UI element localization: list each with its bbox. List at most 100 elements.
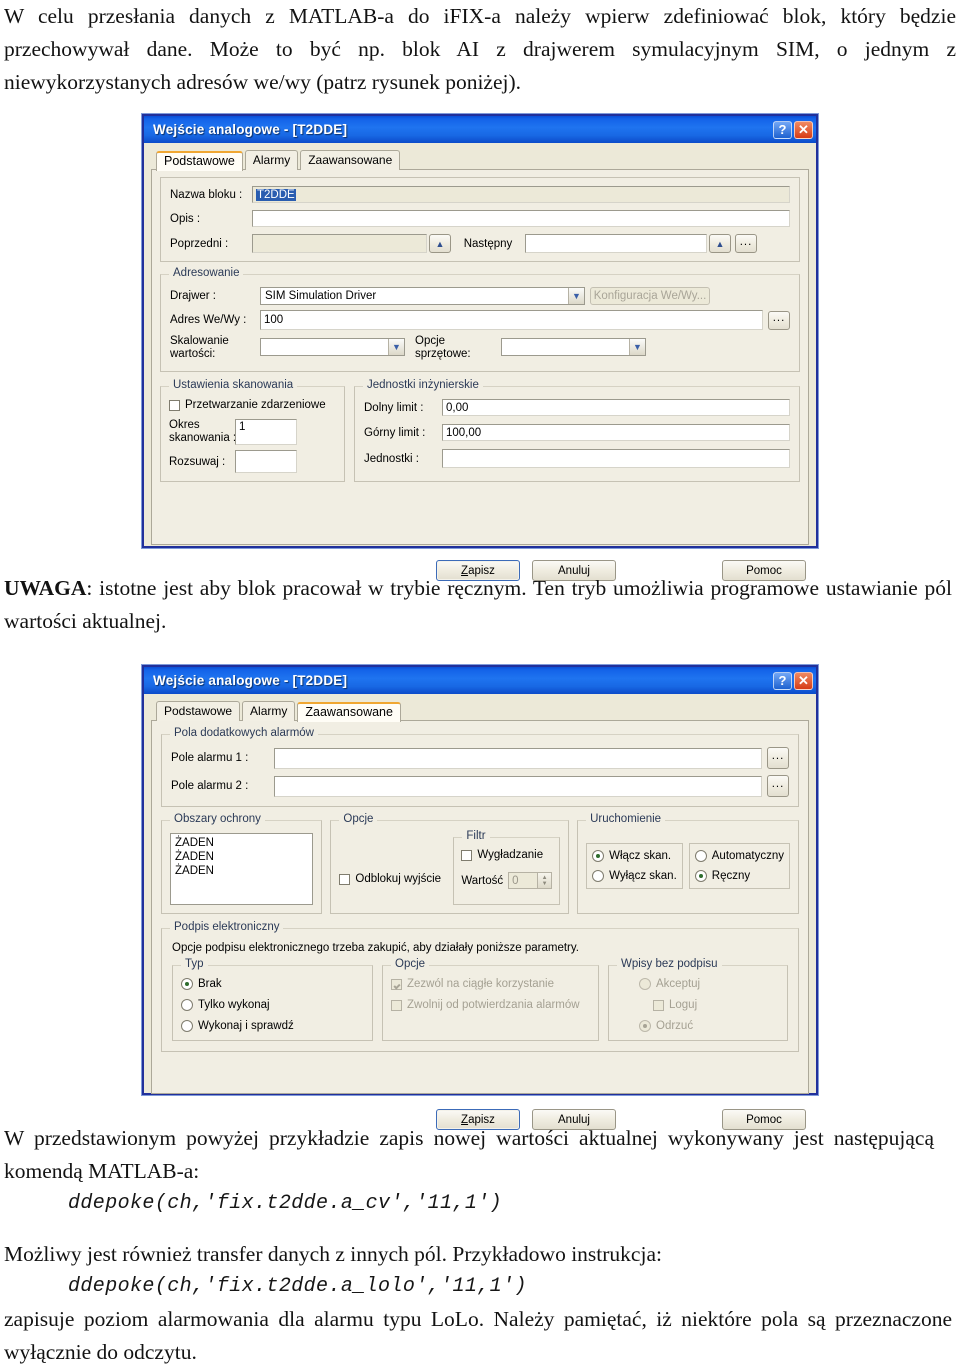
input-opis[interactable] [252,210,790,227]
tab-alarmy[interactable]: Alarmy [242,701,296,721]
input-adres-wewy[interactable]: 100 [260,310,763,330]
dialog-analog-input-basic[interactable]: Wejście analogowe - [T2DDE] ? ✕ Podstawo… [142,114,818,581]
input-gorny-limit[interactable]: 100,00 [442,424,790,441]
radio-icon[interactable] [592,850,605,862]
input-okres-skanowania[interactable]: 1 [235,419,297,445]
tab-podstawowe[interactable]: Podstawowe [156,151,243,171]
window-title: Wejście analogowe - [T2DDE] [153,673,348,688]
chevron-down-icon[interactable]: ▼ [388,339,404,355]
titlebar[interactable]: Wejście analogowe - [T2DDE] ? ✕ [144,114,816,143]
checkbox-przetwarzanie-zdarzeniowe[interactable]: Przetwarzanie zdarzeniowe [169,399,336,411]
group-label-ustawienia-skanowania: Ustawienia skanowania [169,379,298,391]
input-rozsuwaj[interactable] [235,450,297,473]
label-okres-skanowania: Okres skanowania : [169,419,236,445]
list-item[interactable]: ŻADEN [175,864,308,878]
input-nastepny[interactable] [525,234,707,253]
nastepny-browse-button[interactable]: ... [735,234,757,253]
nastepny-up-icon[interactable]: ▲ [709,234,731,253]
checkbox-icon[interactable] [391,978,402,990]
radio-icon[interactable] [639,1020,651,1032]
help-icon[interactable]: ? [773,120,792,139]
input-pole-alarmu-2[interactable] [274,775,762,797]
radio-icon[interactable] [181,978,193,990]
radio-automatyczny[interactable]: Automatyczny [694,850,784,862]
checkbox-odblokuj-wyjscie[interactable]: Odblokuj wyjście [339,853,447,905]
radio-wykonaj-i-sprawdz[interactable]: Wykonaj i sprawdź [181,1020,364,1032]
input-nazwa-bloku[interactable]: T2DDE [252,186,790,203]
label-reczny: Ręczny [711,870,751,882]
label-wygladzanie: Wygładzanie [477,849,544,861]
titlebar-buttons: ? ✕ [773,120,813,139]
input-poprzedni[interactable] [252,234,427,253]
tab-panel-zaawansowane: Pola dodatkowych alarmów Pole alarmu 1 :… [151,720,809,1094]
pole-alarmu-1-browse-button[interactable]: ... [767,747,789,769]
poprzedni-up-icon[interactable]: ▲ [429,234,451,253]
radio-wylacz-skan[interactable]: Wyłącz skan. [592,870,677,882]
radio-icon[interactable] [592,870,605,882]
input-jednostki[interactable] [442,449,790,468]
code-snippet-2: ddepoke(ch,'fix.t2dde.a_lolo','11,1') [68,1275,527,1298]
paragraph-bottom-1: W przedstawionym powyżej przykładzie zap… [4,1126,934,1183]
checkbox-icon[interactable] [169,399,180,411]
radio-icon[interactable] [181,1020,193,1032]
radio-akceptuj[interactable]: Akceptuj [617,978,779,990]
checkbox-loguj[interactable]: Loguj [617,999,779,1011]
chevron-down-icon[interactable]: ▼ [568,288,584,304]
radio-icon[interactable] [694,850,707,862]
combo-drajwer[interactable]: SIM Simulation Driver ▼ [260,287,585,305]
io-config-button[interactable]: Konfiguracja We/Wy... [590,287,710,305]
dialog-analog-input-advanced[interactable]: Wejście analogowe - [T2DDE] ? ✕ Podstawo… [142,665,818,1130]
radio-brak[interactable]: Brak [181,978,364,990]
list-item[interactable]: ŻADEN [175,836,308,850]
group-label-pola-alarmow: Pola dodatkowych alarmów [170,727,318,739]
tab-alarmy[interactable]: Alarmy [244,150,299,170]
radio-wlacz-skan[interactable]: Włącz skan. [592,850,677,862]
note-label: UWAGA [4,576,87,600]
window-title: Wejście analogowe - [T2DDE] [153,122,348,137]
checkbox-zwolnij-potwierdzanie[interactable]: Zwolnij od potwierdzania alarmów [391,999,590,1011]
checkbox-wygladzanie[interactable]: Wygładzanie [461,849,552,861]
tab-zaawansowane[interactable]: Zaawansowane [297,702,401,722]
label-przetwarzanie-zdarzeniowe: Przetwarzanie zdarzeniowe [185,399,326,411]
row-bottom-groups: Ustawienia skanowania Przetwarzanie zdar… [160,379,800,482]
checkbox-icon[interactable] [461,849,473,861]
spinner-buttons[interactable]: ▲ ▼ [537,873,552,888]
checkbox-icon[interactable] [391,999,402,1011]
combo-skalowanie[interactable]: ▼ [260,338,405,356]
spinner-value: 0 [512,874,519,887]
list-item[interactable]: ŻADEN [175,850,308,864]
help-icon[interactable]: ? [773,671,792,690]
listbox-obszary-ochrony[interactable]: ŻADEN ŻADEN ŻADEN [170,833,314,905]
close-icon[interactable]: ✕ [794,671,813,690]
input-dolny-limit[interactable]: 0,00 [442,399,790,416]
radio-icon[interactable] [181,999,193,1011]
label-loguj: Loguj [669,999,698,1011]
checkbox-icon[interactable] [653,999,664,1011]
group-opcje: Opcje Odblokuj wyjście Filtr Wygładzanie [330,813,570,914]
checkbox-zezwol-ciagle[interactable]: Zezwól na ciągłe korzystanie [391,978,590,990]
chevron-down-icon[interactable]: ▼ [629,339,645,355]
titlebar[interactable]: Wejście analogowe - [T2DDE] ? ✕ [144,665,816,694]
input-pole-alarmu-1[interactable] [274,747,762,769]
label-wartosc: Wartość [461,874,504,887]
group-label-uruchomienie: Uruchomienie [586,813,666,825]
combo-opcje-sprzetowe[interactable]: ▼ [501,338,646,356]
radio-odrzuc[interactable]: Odrzuć [617,1020,779,1032]
tab-podstawowe[interactable]: Podstawowe [156,701,241,721]
group-label-typ: Typ [181,958,208,970]
group-opcje-podpisu: Opcje Zezwól na ciągłe korzystanie Zwoln… [382,958,599,1041]
group-typ: Typ Brak Tylko wykonaj Wykonaj i sprawdź [172,958,373,1041]
row-middle-groups: Obszary ochrony ŻADEN ŻADEN ŻADEN Opcje … [161,813,799,914]
close-icon[interactable]: ✕ [794,120,813,139]
pole-alarmu-2-browse-button[interactable]: ... [767,775,789,797]
radio-reczny[interactable]: Ręczny [694,870,784,882]
radio-icon[interactable] [694,870,707,882]
label-nazwa-bloku: Nazwa bloku : [170,188,243,201]
checkbox-icon[interactable] [339,873,351,885]
radio-tylko-wykonaj[interactable]: Tylko wykonaj [181,999,364,1011]
label-odblokuj-wyjscie: Odblokuj wyjście [355,873,442,885]
tab-zaawansowane[interactable]: Zaawansowane [300,150,401,170]
spinner-wartosc[interactable]: 0 ▲ ▼ [508,872,553,889]
radio-icon[interactable] [639,978,651,990]
adres-browse-button[interactable]: ... [768,310,790,330]
